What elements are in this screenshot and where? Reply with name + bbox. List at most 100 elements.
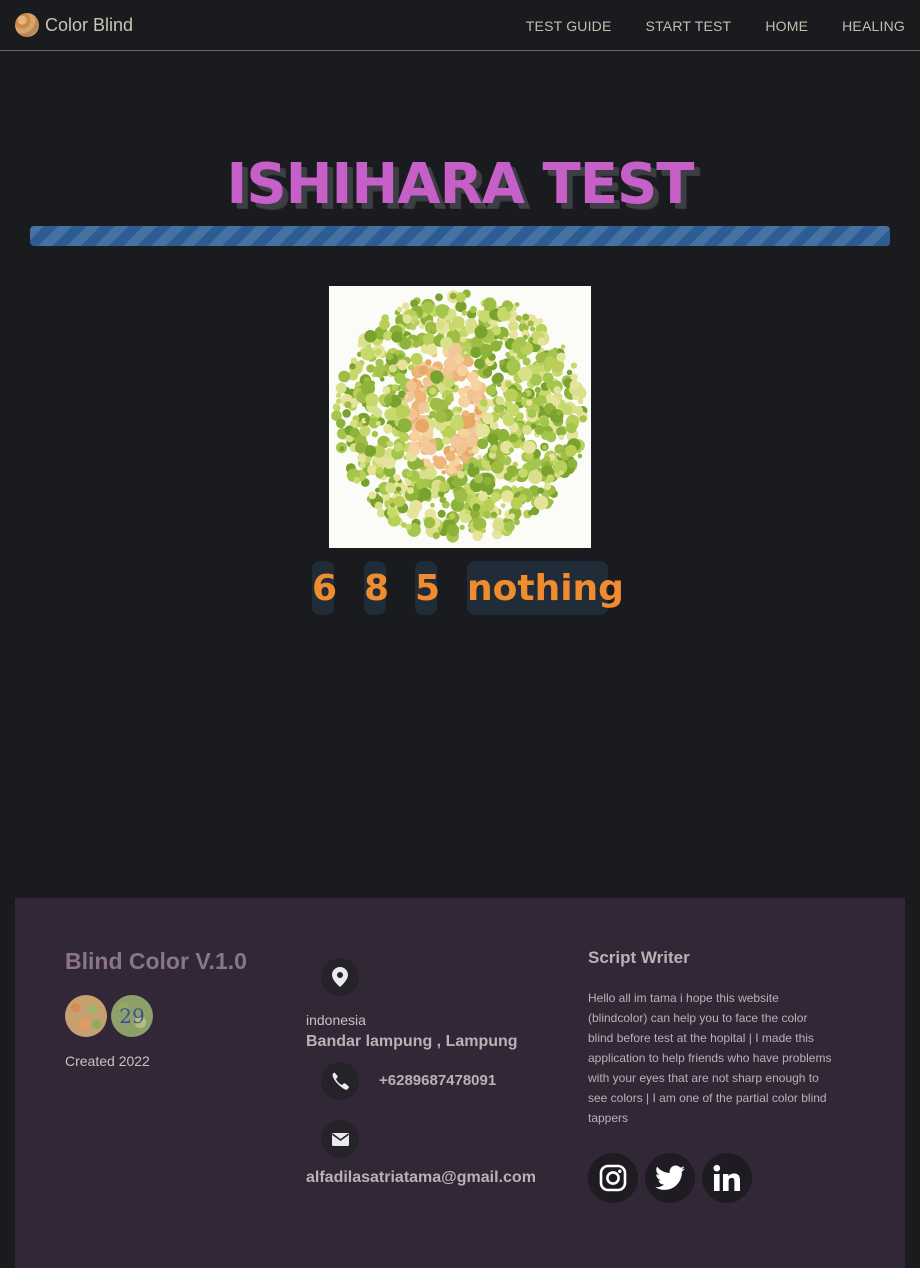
plate-dot [553, 386, 562, 394]
plate-dot [449, 513, 456, 519]
plate-dot [374, 348, 382, 356]
plate-dot [382, 371, 389, 377]
plate-dot [508, 513, 516, 520]
plate-dot [429, 387, 437, 395]
plate-dot [577, 398, 584, 405]
nav-link-test-guide[interactable]: TEST GUIDE [526, 18, 612, 34]
plate-dot [374, 501, 383, 510]
plate-dot [472, 503, 481, 512]
plate-dot [477, 438, 488, 450]
plate-dot [522, 425, 532, 435]
phone-icon [321, 1062, 359, 1100]
plate-dot [410, 353, 423, 365]
answer-button-6[interactable]: 6 [312, 561, 337, 615]
plate-dot [556, 410, 561, 416]
plate-dot [435, 293, 443, 302]
plate-dot [548, 499, 554, 505]
plate-dot [513, 519, 520, 526]
plate-dot [518, 494, 527, 503]
plate-dot [437, 509, 446, 518]
answer-button-5[interactable]: 5 [415, 561, 440, 615]
plate-dot [396, 306, 403, 313]
plate-dot [349, 363, 356, 370]
plate-dot [438, 481, 450, 493]
plate-dot [504, 388, 518, 402]
plate-dot [383, 424, 393, 434]
plate-dot [485, 385, 497, 396]
instagram-icon[interactable] [588, 1153, 638, 1203]
plate-dot [449, 292, 457, 300]
plate-dot [349, 427, 360, 438]
nav-link-start-test[interactable]: START TEST [646, 18, 732, 34]
nav-link-healing[interactable]: HEALING [842, 18, 905, 34]
plate-dot [360, 346, 375, 361]
plate-dot [569, 380, 580, 390]
plate-dot [446, 523, 460, 537]
plate-dot [480, 527, 486, 534]
plate-dot [407, 364, 415, 371]
plate-dot [455, 292, 466, 303]
plate-dot [434, 410, 448, 423]
plate-dot [454, 489, 468, 503]
plate-dot [528, 336, 534, 342]
plate-dot [463, 356, 474, 368]
plate-dot [440, 336, 453, 350]
plate-dot [521, 391, 528, 398]
plate-dot [508, 321, 519, 332]
plate-dot [386, 440, 394, 448]
navbar: Color Blind TEST GUIDE START TEST HOME H… [0, 0, 920, 51]
plate-dot [408, 442, 421, 455]
script-writer-text: Hello all im tama i hope this website (b… [588, 991, 832, 1125]
plate-dot [364, 417, 370, 423]
answer-button-8[interactable]: 8 [364, 561, 389, 615]
twitter-icon[interactable] [645, 1153, 695, 1203]
plate-dot [354, 442, 367, 454]
plate-dot [479, 399, 488, 407]
plate-dot [397, 359, 408, 371]
plate-dot [449, 446, 455, 452]
answer-button-nothing[interactable]: nothing [467, 561, 624, 615]
plate-dot [574, 406, 584, 415]
plate-dot [419, 437, 430, 448]
plate-dot [414, 391, 427, 403]
footer-email[interactable]: alfadilasatriatama@gmail.com [306, 1169, 536, 1187]
plate-dot [454, 354, 464, 365]
plate-dot [579, 415, 587, 423]
ishihara-plate-image [331, 289, 588, 543]
plate-29-logo-icon: 29 [111, 995, 153, 1037]
plate-dot [335, 398, 342, 404]
brand-link[interactable]: Color Blind [15, 13, 133, 37]
plate-dot [508, 330, 518, 340]
plate-dot [409, 500, 423, 513]
plate-dot [365, 393, 379, 407]
plate-dot [422, 333, 436, 346]
plate-dot [500, 503, 506, 508]
plate-dot [452, 316, 465, 329]
plate-dot [549, 409, 564, 423]
plate-dot [383, 456, 396, 469]
plate-dot [470, 379, 483, 392]
plate-dot [496, 428, 510, 442]
plate-logo-icon [65, 995, 107, 1037]
nav-link-home[interactable]: HOME [765, 18, 808, 34]
plate-dot [537, 487, 544, 494]
plate-dot [430, 370, 444, 384]
plate-dot [469, 306, 477, 313]
linkedin-icon[interactable] [702, 1153, 752, 1203]
plate-dot [387, 507, 398, 518]
plate-dot [397, 353, 404, 360]
plate-dot [483, 297, 497, 311]
plate-dot [508, 350, 514, 355]
progress-bar [30, 226, 890, 246]
plate-dot [458, 387, 467, 397]
plate-dot [465, 318, 477, 330]
footer-phone: +6289687478091 [379, 1072, 497, 1089]
plate-dot [404, 394, 409, 399]
plate-dot [499, 359, 505, 366]
plate-dot [518, 468, 528, 478]
plate-dot [522, 313, 530, 321]
plate-dot [474, 358, 485, 370]
plate-dot [391, 331, 403, 343]
plate-dot [336, 418, 346, 429]
plate-dot [395, 404, 409, 418]
